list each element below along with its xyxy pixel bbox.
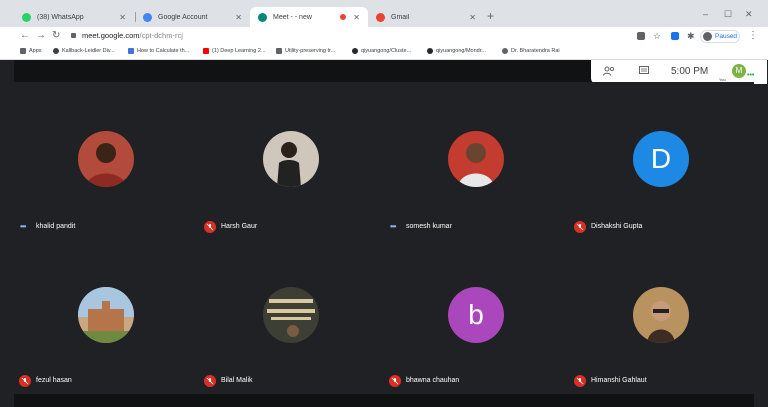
avatar xyxy=(78,131,134,187)
profile-status: Paused xyxy=(715,33,738,40)
bookmark-icon xyxy=(276,48,282,54)
bookmark-item[interactable]: Dr. Bharatendra Rai xyxy=(502,48,560,54)
participant-name: khalid pandit xyxy=(36,223,76,230)
address-bar[interactable]: meet.google.com/cpt-dchm-rcj xyxy=(82,31,183,40)
bookmark-item[interactable]: qiyuangong/Mondr... xyxy=(427,48,486,54)
close-icon[interactable]: ✕ xyxy=(353,13,360,22)
participant-name: Himanshi Gahlaut xyxy=(591,377,647,384)
gmail-icon xyxy=(376,12,385,22)
participant-tile[interactable]: fezul hasan xyxy=(14,242,199,402)
star-icon[interactable]: ☆ xyxy=(653,30,661,42)
close-icon[interactable]: ✕ xyxy=(235,13,242,22)
forward-button[interactable]: → xyxy=(36,30,46,42)
avatar: D xyxy=(633,131,689,187)
participant-name: fezul hasan xyxy=(36,377,72,384)
tab-meet[interactable]: Meet - - new ✕ xyxy=(250,7,368,27)
puzzle-icon[interactable]: ✱ xyxy=(687,30,695,42)
close-icon[interactable]: ✕ xyxy=(469,13,476,22)
meet-bottom-bar xyxy=(14,394,754,407)
avatar xyxy=(633,287,689,343)
browser-toolbar: ← → ↻ meet.google.com/cpt-dchm-rcj ☆ ✱ P… xyxy=(0,27,768,46)
tab-label: Meet - - new xyxy=(273,13,312,21)
participant-name: Dishakshi Gupta xyxy=(591,223,643,230)
url-path: /cpt-dchm-rcj xyxy=(139,31,183,40)
meet-icon xyxy=(258,12,267,22)
tab-label: Google Account xyxy=(158,13,208,21)
profile-button[interactable]: Paused xyxy=(700,30,740,43)
url-host: meet.google.com xyxy=(82,31,140,40)
mic-off-icon xyxy=(389,375,401,387)
bookmark-icon xyxy=(53,48,59,54)
recording-icon xyxy=(340,14,347,20)
youtube-icon xyxy=(203,48,209,54)
participant-tile[interactable]: Himanshi Gahlaut xyxy=(569,242,754,402)
avatar: b xyxy=(448,287,504,343)
tab-whatsapp[interactable]: (38) WhatsApp ✕ xyxy=(14,7,134,27)
participant-tile[interactable]: ••• khalid pandit xyxy=(14,82,199,242)
mic-off-icon xyxy=(204,221,216,233)
meeting-time: 5:00 PM xyxy=(671,66,709,77)
bookmark-apps[interactable]: Apps xyxy=(20,48,42,54)
camera-icon[interactable] xyxy=(637,32,645,40)
bookmark-item[interactable]: How to Calculate th... xyxy=(128,48,189,54)
participant-name: Bilal Malik xyxy=(221,377,253,384)
mic-off-icon xyxy=(19,375,31,387)
bookmarks-bar: Apps Kallback-Leidler Div... How to Calc… xyxy=(0,46,768,60)
speaking-indicator-icon: ••• xyxy=(390,222,396,231)
bookmark-item[interactable]: Kallback-Leidler Div... xyxy=(53,48,115,54)
avatar xyxy=(448,131,504,187)
google-icon xyxy=(143,12,152,22)
avatar xyxy=(78,287,134,343)
avatar xyxy=(263,287,319,343)
avatar xyxy=(703,32,712,41)
participant-tile[interactable]: b bhawna chauhan xyxy=(384,242,569,402)
participant-name: somesh kumar xyxy=(406,223,452,230)
chat-icon[interactable] xyxy=(639,66,649,78)
participant-tile[interactable]: Harsh Gaur xyxy=(199,82,384,242)
close-icon[interactable]: ✕ xyxy=(119,13,126,22)
bookmark-icon xyxy=(128,48,134,54)
back-button[interactable]: ← xyxy=(20,30,30,42)
tab-strip: (38) WhatsApp ✕ Google Account ✕ Meet - … xyxy=(0,0,768,27)
tab-gmail[interactable]: Gmail ✕ xyxy=(368,7,484,27)
globe-icon xyxy=(502,48,508,54)
avatar xyxy=(263,131,319,187)
bookmark-item[interactable]: (1) Deep Learning 2... xyxy=(203,48,266,54)
mic-off-icon xyxy=(204,375,216,387)
participant-name: Harsh Gaur xyxy=(221,223,258,230)
reload-button[interactable]: ↻ xyxy=(52,30,60,42)
new-tab-button[interactable]: + xyxy=(487,10,494,22)
speaking-indicator-icon: ••• xyxy=(20,222,26,231)
tab-google-account[interactable]: Google Account ✕ xyxy=(135,7,250,27)
participant-tile[interactable]: Bilal Malik xyxy=(199,242,384,402)
lock-icon xyxy=(71,33,76,38)
close-window-button[interactable]: ✕ xyxy=(745,9,753,20)
tab-label: Gmail xyxy=(391,13,410,21)
avatar[interactable]: M xyxy=(732,64,746,78)
whatsapp-icon xyxy=(22,12,31,22)
minimize-button[interactable]: – xyxy=(703,9,708,19)
meet-info-panel: 5:00 PM M You ••• xyxy=(591,60,767,84)
participant-grid: ••• khalid pandit Harsh Gaur ••• somesh … xyxy=(14,82,754,407)
mic-off-icon xyxy=(574,221,586,233)
mic-off-icon xyxy=(574,375,586,387)
participant-tile[interactable]: D Dishakshi Gupta xyxy=(569,82,754,242)
apps-icon xyxy=(20,48,26,54)
people-icon[interactable] xyxy=(603,66,615,78)
extension-icon[interactable] xyxy=(671,32,679,40)
maximize-button[interactable]: ☐ xyxy=(724,9,732,20)
bookmark-item[interactable]: Utility-preserving tr... xyxy=(276,48,335,54)
bookmark-item[interactable]: qiyuangong/Cluste... xyxy=(352,48,411,54)
github-icon xyxy=(352,48,358,54)
tab-label: (38) WhatsApp xyxy=(37,13,84,21)
github-icon xyxy=(427,48,433,54)
participant-name: bhawna chauhan xyxy=(406,377,460,384)
more-options-icon[interactable]: ••• xyxy=(747,72,754,79)
participant-tile[interactable]: ••• somesh kumar xyxy=(384,82,569,242)
menu-icon[interactable]: ⋮ xyxy=(748,30,758,41)
